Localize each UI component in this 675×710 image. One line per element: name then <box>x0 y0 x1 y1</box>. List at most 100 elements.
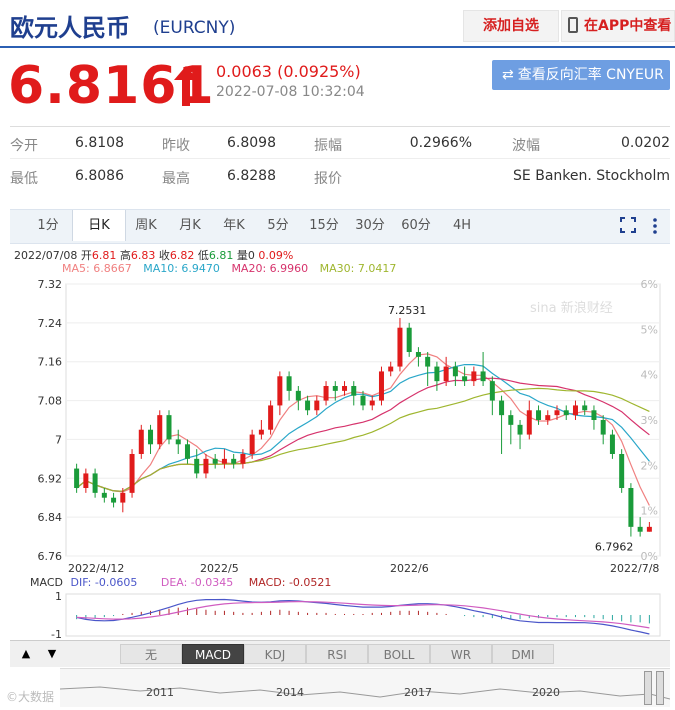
candle-body <box>194 458 200 474</box>
y-tick-label: 7.32 <box>38 278 63 291</box>
info-low-label: 低 <box>197 249 209 262</box>
tab-yearly[interactable]: 年K <box>214 210 254 241</box>
tab-1min[interactable]: 1分 <box>28 210 68 241</box>
y2-tick-label: 3% <box>641 414 658 427</box>
timeline-handle-left[interactable] <box>644 671 652 705</box>
y2-tick-label: 1% <box>641 505 658 518</box>
header-divider <box>0 46 675 48</box>
reverse-rate-button[interactable]: ⇄ 查看反向汇率 CNYEUR <box>492 60 670 90</box>
candle-body <box>572 405 578 416</box>
candle-body <box>240 454 246 464</box>
chart-watermark: sina 新浪财经 <box>530 300 613 316</box>
timeline-handle-right[interactable] <box>656 671 664 705</box>
candle-body <box>148 429 154 445</box>
stat-value: SE Banken. Stockholm <box>513 168 670 184</box>
indicator-kdj[interactable]: KDJ <box>244 644 306 664</box>
tab-30min[interactable]: 30分 <box>348 210 392 241</box>
candle-body <box>637 526 643 532</box>
macd-chart[interactable]: 1 -1 <box>0 590 675 640</box>
tab-60min[interactable]: 60分 <box>394 210 438 241</box>
macd-title: MACD <box>30 576 63 589</box>
macd-y-tick: 1 <box>55 590 62 603</box>
candle-body <box>314 400 320 411</box>
candlestick-chart[interactable]: 7.327.247.167.0876.926.846.766%5%4%3%2%1… <box>0 276 675 576</box>
stats-divider-mid <box>10 158 670 159</box>
timeline-label: 2014 <box>276 686 304 699</box>
indicator-none[interactable]: 无 <box>120 644 182 664</box>
indicator-rsi[interactable]: RSI <box>306 644 368 664</box>
candle-body <box>342 386 348 391</box>
more-options-icon[interactable] <box>652 216 658 236</box>
view-in-app-button[interactable]: 在APP中查看 <box>561 10 675 42</box>
add-watchlist-button[interactable]: 添加自选 <box>463 10 559 42</box>
view-in-app-label: 在APP中查看 <box>584 18 672 34</box>
candle-body <box>609 434 615 454</box>
y2-tick-label: 5% <box>641 323 658 336</box>
x-tick-label: 2022/5 <box>200 562 239 575</box>
info-open-value: 6.81 <box>91 249 117 262</box>
stat-label: 昨收 <box>162 138 190 154</box>
stat-value: 6.8086 <box>75 168 124 184</box>
reverse-rate-label: 查看反向汇率 CNYEUR <box>517 67 664 83</box>
candle-body <box>175 439 181 445</box>
macd-y-tick: -1 <box>51 628 62 640</box>
candle-body <box>221 458 227 464</box>
candle-body <box>545 415 551 420</box>
candle-body <box>231 458 237 464</box>
tab-15min[interactable]: 15分 <box>302 210 346 241</box>
scroll-up-button[interactable]: ▲ <box>16 645 36 663</box>
price-change: 0.0063 (0.0925%) <box>216 62 361 81</box>
candle-body <box>166 415 172 440</box>
candle-body <box>508 415 514 425</box>
candle-body <box>203 458 209 474</box>
stat-label: 最低 <box>10 171 38 187</box>
swap-icon: ⇄ <box>502 67 514 83</box>
timeline-navigator[interactable]: 2011 2014 2017 2020 <box>60 668 670 707</box>
candle-body <box>369 400 375 406</box>
tab-weekly[interactable]: 周K <box>126 210 166 241</box>
y-tick-label: 6.92 <box>38 472 63 485</box>
stat-value: 6.8108 <box>75 135 124 151</box>
info-close-label: 收 <box>158 249 170 262</box>
scroll-down-button[interactable]: ▼ <box>42 645 62 663</box>
candle-body <box>351 386 357 396</box>
candle-body <box>157 415 163 445</box>
candle-body <box>415 352 421 357</box>
indicator-dmi[interactable]: DMI <box>492 644 554 664</box>
tab-4h[interactable]: 4H <box>440 210 484 241</box>
stats-divider-top <box>10 126 670 127</box>
candle-body <box>563 410 569 416</box>
info-high-label: 高 <box>119 249 131 262</box>
candle-body <box>360 395 366 406</box>
candle-body <box>295 390 301 401</box>
quote-time: 2022-07-08 10:32:04 <box>216 84 365 100</box>
tab-monthly[interactable]: 月K <box>170 210 210 241</box>
candle-body <box>443 366 449 382</box>
currency-code: (EURCNY) <box>153 18 236 38</box>
x-tick-label: 2022/6 <box>390 562 429 575</box>
candle-body <box>323 386 329 401</box>
fullscreen-icon[interactable] <box>620 217 636 233</box>
tab-5min[interactable]: 5分 <box>258 210 298 241</box>
timeline-label: 2011 <box>146 686 174 699</box>
y-tick-label: 7 <box>55 433 62 446</box>
y-tick-label: 7.24 <box>38 317 63 330</box>
stat-value: 6.8288 <box>227 168 276 184</box>
candle-body <box>184 444 190 459</box>
x-tick-label: 2022/4/12 <box>68 562 124 575</box>
stat-label: 报价 <box>314 171 342 187</box>
candle-body <box>591 410 597 420</box>
tab-daily[interactable]: 日K <box>72 210 126 241</box>
ma5-line <box>76 353 650 506</box>
candle-body <box>388 366 394 372</box>
y2-tick-label: 6% <box>641 278 658 291</box>
stat-value: 0.0202 <box>621 135 670 151</box>
indicator-macd[interactable]: MACD <box>182 644 244 664</box>
plot-frame <box>65 283 661 557</box>
candle-body <box>212 458 218 464</box>
y-tick-label: 6.76 <box>38 550 63 563</box>
y-tick-label: 7.16 <box>38 356 63 369</box>
indicator-wr[interactable]: WR <box>430 644 492 664</box>
indicator-boll[interactable]: BOLL <box>368 644 430 664</box>
page-title: 欧元人民币 <box>10 14 130 42</box>
